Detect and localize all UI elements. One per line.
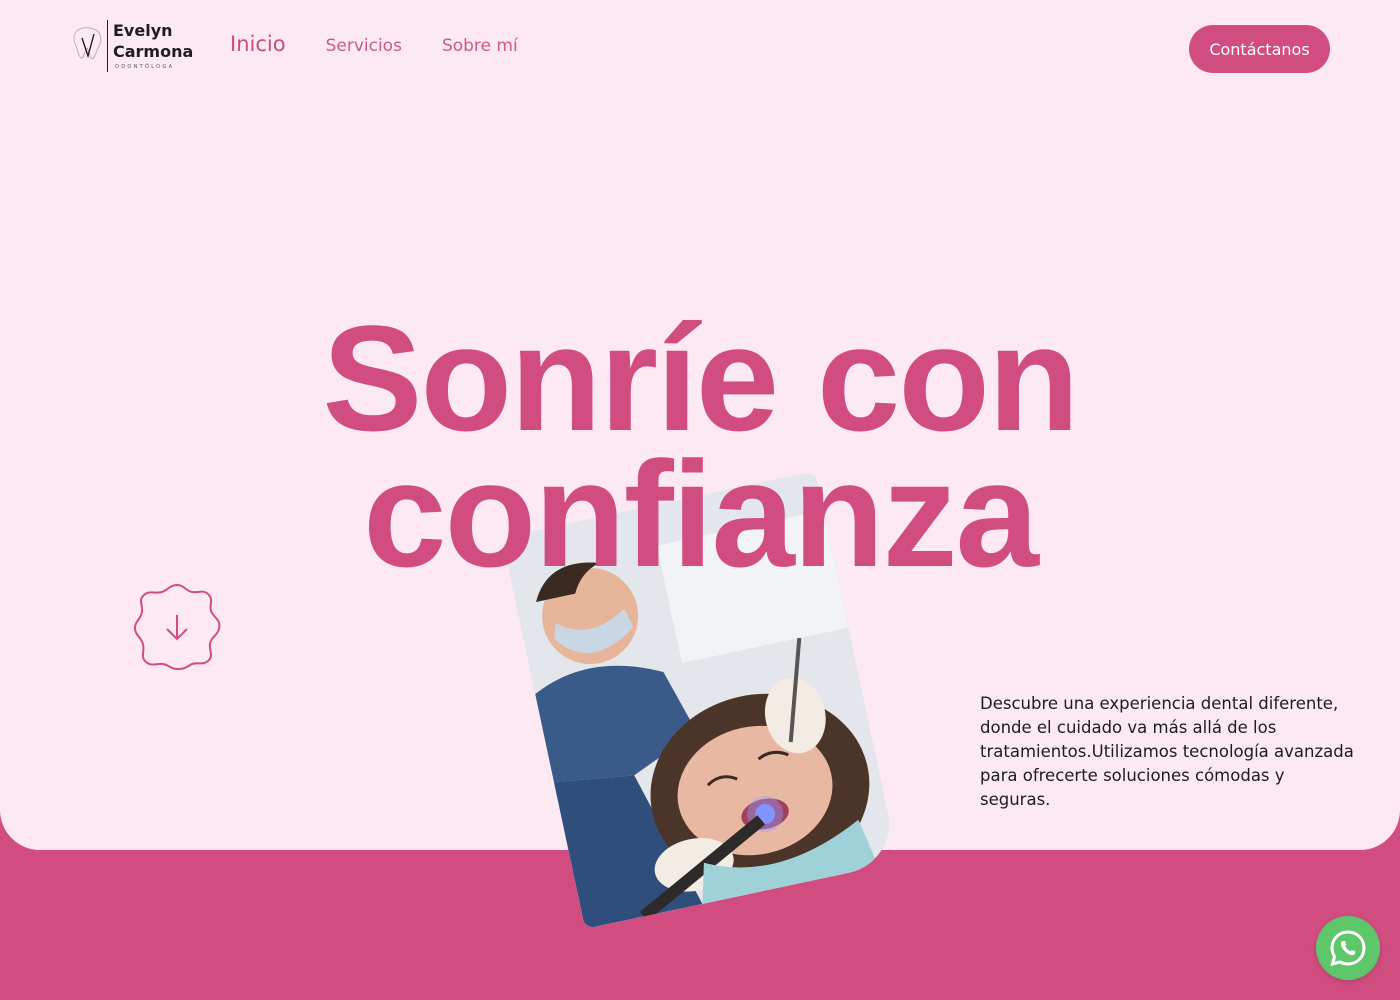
hero-description: Descubre una experiencia dental diferent… <box>980 693 1354 809</box>
headline-line-1: Sonríe con <box>322 294 1079 462</box>
whatsapp-button[interactable] <box>1316 916 1380 980</box>
hero-headline: Sonríe con confianza <box>0 294 1400 598</box>
headline-line-2: confianza <box>363 430 1039 598</box>
scroll-down-button[interactable] <box>130 581 224 673</box>
arrow-down-icon <box>133 583 221 671</box>
nav-link-servicios[interactable]: Servicios <box>326 36 402 56</box>
brand-logo[interactable]: Evelyn Carmona ODONTÓLOGA <box>72 18 202 74</box>
tooth-icon <box>73 27 102 60</box>
whatsapp-icon <box>1330 930 1366 967</box>
main-nav: Inicio Servicios Sobre mí <box>230 32 558 56</box>
brand-subtitle: ODONTÓLOGA <box>115 64 175 70</box>
logo-divider <box>107 20 108 72</box>
nav-link-inicio[interactable]: Inicio <box>230 32 286 56</box>
brand-name: Evelyn Carmona <box>113 21 194 61</box>
nav-link-sobre-mi[interactable]: Sobre mí <box>442 36 518 56</box>
contact-button[interactable]: Contáctanos <box>1189 25 1330 73</box>
